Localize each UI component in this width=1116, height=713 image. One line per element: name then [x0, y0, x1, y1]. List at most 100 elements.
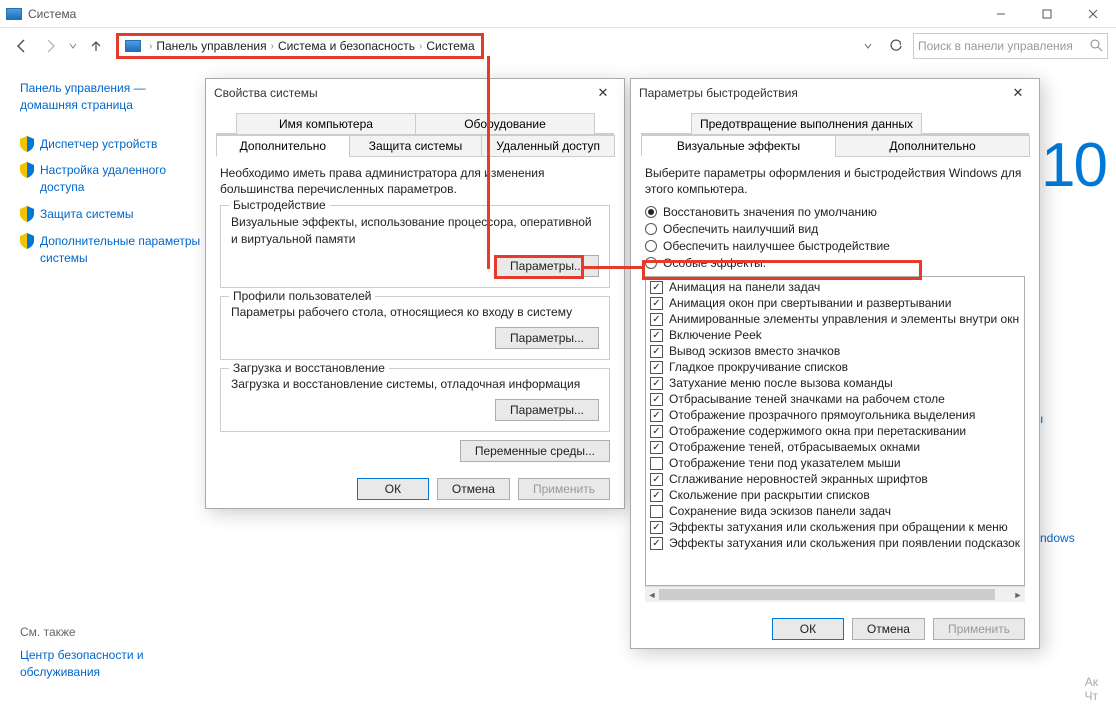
check-item-5[interactable]: Гладкое прокручивание списков	[648, 359, 1022, 375]
tab-row-2: Визуальные эффекты Дополнительно	[641, 135, 1029, 157]
checkbox-icon[interactable]	[650, 441, 663, 454]
check-item-16[interactable]: Эффекты затухания или скольжения при поя…	[648, 535, 1022, 551]
close-icon[interactable]: ✕	[1005, 83, 1031, 103]
checkbox-icon[interactable]	[650, 489, 663, 502]
check-label: Отображение прозрачного прямоугольника в…	[669, 408, 975, 422]
radio-icon[interactable]	[645, 223, 657, 235]
check-item-6[interactable]: Затухание меню после вызова команды	[648, 375, 1022, 391]
cancel-button[interactable]: Отмена	[852, 618, 925, 640]
tab-hardware[interactable]: Оборудование	[415, 113, 595, 135]
radio-icon[interactable]	[645, 206, 657, 218]
nav-history-dropdown[interactable]	[64, 32, 82, 60]
checkbox-icon[interactable]	[650, 297, 663, 310]
scroll-thumb[interactable]	[659, 589, 995, 600]
refresh-button[interactable]	[885, 35, 907, 57]
sidebar-link-remote[interactable]: Настройка удаленного доступа	[20, 162, 205, 196]
search-icon[interactable]	[1089, 38, 1103, 55]
profiles-params-button[interactable]: Параметры...	[495, 327, 599, 349]
checkbox-icon[interactable]	[650, 393, 663, 406]
scroll-right-icon[interactable]: ►	[1011, 587, 1025, 602]
tab-dep[interactable]: Предотвращение выполнения данных	[691, 113, 922, 135]
breadcrumb-item[interactable]: Панель управления	[156, 39, 266, 53]
checkbox-icon[interactable]	[650, 329, 663, 342]
dialog-titlebar[interactable]: Параметры быстродействия ✕	[631, 79, 1039, 107]
checkbox-icon[interactable]	[650, 473, 663, 486]
check-item-3[interactable]: Включение Peek	[648, 327, 1022, 343]
breadcrumb-item[interactable]: Система и безопасность	[278, 39, 415, 53]
check-item-9[interactable]: Отображение содержимого окна при перетас…	[648, 423, 1022, 439]
check-item-1[interactable]: Анимация окон при свертывании и разверты…	[648, 295, 1022, 311]
performance-options-dialog: Параметры быстродействия ✕ Предотвращени…	[630, 78, 1040, 649]
ok-button[interactable]: ОК	[357, 478, 429, 500]
checkbox-icon[interactable]	[650, 377, 663, 390]
ok-button[interactable]: ОК	[772, 618, 844, 640]
horizontal-scrollbar[interactable]: ◄ ►	[645, 586, 1025, 602]
minimize-button[interactable]	[978, 0, 1024, 28]
check-item-0[interactable]: Анимация на панели задач	[648, 279, 1022, 295]
scroll-left-icon[interactable]: ◄	[645, 587, 659, 602]
tab-advanced[interactable]: Дополнительно	[216, 135, 350, 157]
breadcrumb[interactable]: › Панель управления › Система и безопасн…	[116, 33, 484, 59]
sidebar-link-device-manager[interactable]: Диспетчер устройств	[20, 136, 205, 153]
dialog-titlebar[interactable]: Свойства системы ✕	[206, 79, 624, 107]
radio-option-0[interactable]: Восстановить значения по умолчанию	[645, 205, 1025, 219]
nav-forward-button[interactable]	[36, 32, 64, 60]
checkbox-icon[interactable]	[650, 361, 663, 374]
nav-up-button[interactable]	[82, 32, 110, 60]
checkbox-icon[interactable]	[650, 505, 663, 518]
check-item-15[interactable]: Эффекты затухания или скольжения при обр…	[648, 519, 1022, 535]
highlight-best-performance-radio	[642, 260, 922, 280]
sidebar-link-protection[interactable]: Защита системы	[20, 206, 205, 223]
chevron-right-icon: ›	[419, 41, 422, 52]
breadcrumb-item[interactable]: Система	[426, 39, 474, 53]
checkbox-icon[interactable]	[650, 537, 663, 550]
close-icon[interactable]: ✕	[590, 83, 616, 103]
checkbox-icon[interactable]	[650, 409, 663, 422]
check-label: Отбрасывание теней значками на рабочем с…	[669, 392, 945, 406]
close-button[interactable]	[1070, 0, 1116, 28]
nav-back-button[interactable]	[8, 32, 36, 60]
checkbox-icon[interactable]	[650, 425, 663, 438]
check-item-8[interactable]: Отображение прозрачного прямоугольника в…	[648, 407, 1022, 423]
dialog-title: Свойства системы	[214, 86, 318, 100]
check-label: Вывод эскизов вместо значков	[669, 344, 840, 358]
tab-computer-name[interactable]: Имя компьютера	[236, 113, 416, 135]
shield-icon	[20, 136, 34, 152]
sidebar-link-advanced[interactable]: Дополнительные параметры системы	[20, 233, 205, 267]
tab-advanced[interactable]: Дополнительно	[835, 135, 1030, 157]
env-vars-button[interactable]: Переменные среды...	[460, 440, 610, 462]
sidebar-home-link[interactable]: Панель управления — домашняя страница	[20, 80, 205, 114]
startup-params-button[interactable]: Параметры...	[495, 399, 599, 421]
effects-checklist[interactable]: Анимация на панели задачАнимация окон пр…	[645, 276, 1025, 586]
check-item-4[interactable]: Вывод эскизов вместо значков	[648, 343, 1022, 359]
radio-option-1[interactable]: Обеспечить наилучший вид	[645, 222, 1025, 236]
search-input[interactable]: Поиск в панели управления	[913, 33, 1108, 59]
tab-remote[interactable]: Удаленный доступ	[481, 135, 615, 157]
apply-button[interactable]: Применить	[518, 478, 610, 500]
maximize-button[interactable]	[1024, 0, 1070, 28]
checkbox-icon[interactable]	[650, 457, 663, 470]
check-label: Анимация на панели задач	[669, 280, 820, 294]
check-item-2[interactable]: Анимированные элементы управления и элем…	[648, 311, 1022, 327]
checkbox-icon[interactable]	[650, 521, 663, 534]
shield-icon	[20, 162, 34, 178]
see-also-link[interactable]: Центр безопасности и обслуживания	[20, 647, 200, 681]
checkbox-icon[interactable]	[650, 281, 663, 294]
check-item-11[interactable]: Отображение тени под указателем мыши	[648, 455, 1022, 471]
tab-protection[interactable]: Защита системы	[349, 135, 483, 157]
cancel-button[interactable]: Отмена	[437, 478, 510, 500]
check-item-12[interactable]: Сглаживание неровностей экранных шрифтов	[648, 471, 1022, 487]
check-item-13[interactable]: Скольжение при раскрытии списков	[648, 487, 1022, 503]
radio-icon[interactable]	[645, 240, 657, 252]
check-item-10[interactable]: Отображение теней, отбрасываемых окнами	[648, 439, 1022, 455]
address-dropdown-button[interactable]	[857, 35, 879, 57]
check-label: Затухание меню после вызова команды	[669, 376, 893, 390]
check-item-7[interactable]: Отбрасывание теней значками на рабочем с…	[648, 391, 1022, 407]
checkbox-icon[interactable]	[650, 345, 663, 358]
checkbox-icon[interactable]	[650, 313, 663, 326]
radio-option-2[interactable]: Обеспечить наилучшее быстродействие	[645, 239, 1025, 253]
apply-button[interactable]: Применить	[933, 618, 1025, 640]
check-item-14[interactable]: Сохранение вида эскизов панели задач	[648, 503, 1022, 519]
tab-visual-effects[interactable]: Визуальные эффекты	[641, 135, 836, 157]
bg-activation-text: АкЧт	[1085, 675, 1099, 703]
